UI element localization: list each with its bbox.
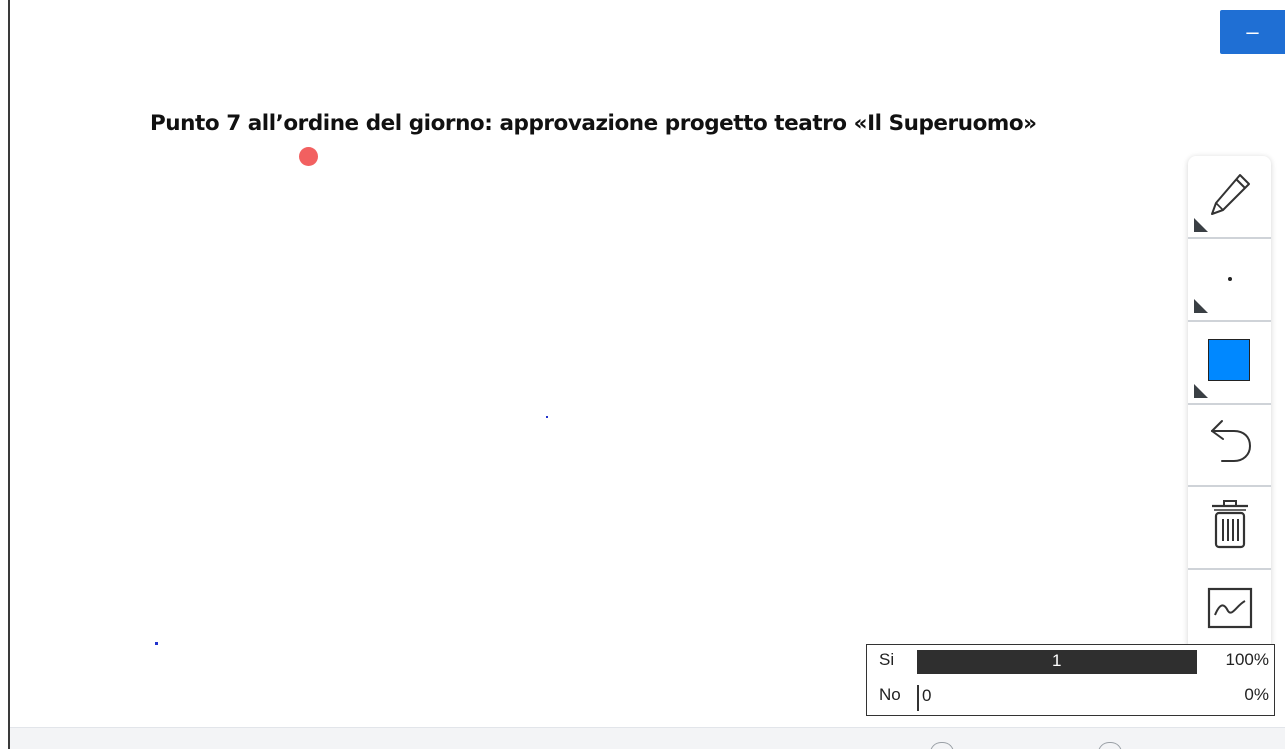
vote-percent: 100%: [1225, 650, 1269, 669]
minimize-button[interactable]: –: [1220, 10, 1285, 54]
color-picker-button[interactable]: [1188, 322, 1271, 402]
vote-row-no: No 0 0%: [867, 680, 1273, 714]
bottom-control-icon[interactable]: [930, 742, 954, 749]
vote-option-label: No: [879, 685, 901, 704]
clear-canvas-button[interactable]: [1188, 487, 1271, 567]
pencil-tool-button[interactable]: [1188, 156, 1271, 236]
ink-stroke-dot: [155, 642, 158, 645]
tool-options-indicator[interactable]: [1194, 218, 1208, 232]
vote-percent: 0%: [1244, 685, 1269, 704]
agenda-title: Punto 7 all’ordine del giorno: approvazi…: [150, 111, 1037, 136]
color-swatch-icon: [1208, 339, 1250, 381]
bottom-bar: [10, 727, 1285, 749]
vote-bar-track: 1: [917, 650, 1197, 674]
left-border: [8, 0, 10, 749]
vote-count: 0: [922, 686, 932, 705]
ink-stroke-dot: [546, 416, 548, 418]
vote-row-yes: Si 1 100%: [867, 645, 1273, 679]
vote-option-label: Si: [879, 650, 895, 669]
vote-results-panel: Si 1 100% No 0 0%: [866, 644, 1275, 716]
chart-button[interactable]: [1188, 570, 1271, 650]
line-chart-icon: [1207, 587, 1253, 629]
undo-icon: [1211, 420, 1252, 462]
undo-button[interactable]: [1188, 405, 1271, 485]
tool-options-indicator[interactable]: [1194, 384, 1208, 398]
bottom-control-icon[interactable]: [1098, 742, 1122, 749]
dot-icon: [1228, 277, 1232, 281]
vote-count: 1: [1052, 651, 1062, 670]
vote-bar-track: 0: [917, 685, 1197, 709]
brush-size-button[interactable]: [1188, 239, 1271, 319]
trash-icon: [1212, 500, 1248, 549]
tool-options-indicator[interactable]: [1194, 299, 1208, 313]
laser-pointer-dot: [299, 147, 318, 166]
drawing-toolbar: [1188, 156, 1271, 651]
pencil-icon: [1211, 174, 1250, 215]
whiteboard-stage: – Punto 7 all’ordine del giorno: approva…: [0, 0, 1285, 749]
